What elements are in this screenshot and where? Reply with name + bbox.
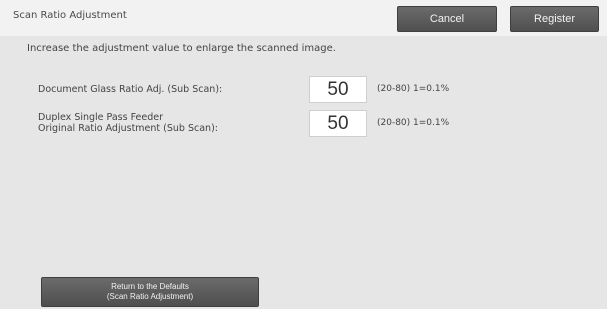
return-to-defaults-label-line1: Return to the Defaults: [111, 282, 189, 291]
duplex-feeder-ratio-input[interactable]: 50: [309, 110, 367, 137]
return-to-defaults-label-line2: (Scan Ratio Adjustment): [106, 292, 194, 301]
document-glass-ratio-label: Document Glass Ratio Adj. (Sub Scan):: [38, 84, 222, 95]
duplex-feeder-ratio-label: Duplex Single Pass Feeder Original Ratio…: [38, 112, 218, 134]
instruction-text: Increase the adjustment value to enlarge…: [27, 43, 336, 54]
header-bar: Scan Ratio Adjustment Cancel Register: [0, 0, 607, 36]
return-to-defaults-button[interactable]: Return to the Defaults (Scan Ratio Adjus…: [41, 277, 259, 307]
document-glass-ratio-input[interactable]: 50: [309, 76, 367, 103]
duplex-feeder-ratio-label-line2: Original Ratio Adjustment (Sub Scan):: [38, 123, 218, 134]
cancel-button[interactable]: Cancel: [397, 6, 497, 32]
register-button[interactable]: Register: [510, 6, 599, 32]
duplex-feeder-ratio-range: (20-80) 1=0.1%: [377, 118, 450, 128]
page-title: Scan Ratio Adjustment: [13, 10, 127, 21]
duplex-feeder-ratio-label-line1: Duplex Single Pass Feeder: [38, 112, 164, 123]
document-glass-ratio-label-line1: Document Glass Ratio Adj. (Sub Scan):: [38, 84, 223, 95]
document-glass-ratio-range: (20-80) 1=0.1%: [377, 84, 450, 94]
